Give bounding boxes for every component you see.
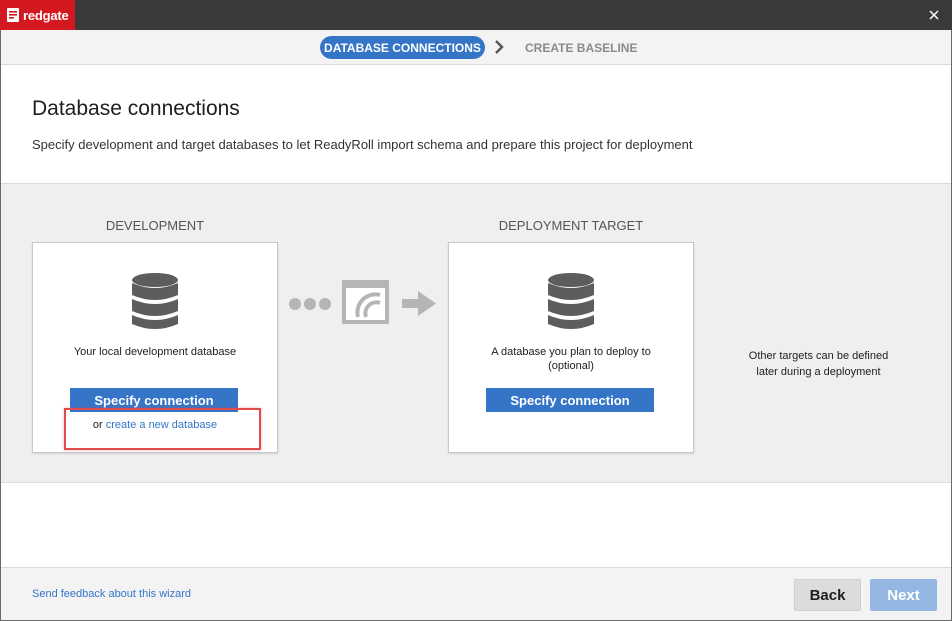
deployment-description-line1: A database you plan to deploy to — [491, 346, 651, 358]
page-header: Database connections Specify development… — [1, 65, 951, 183]
database-icon — [548, 273, 594, 329]
close-button[interactable] — [924, 5, 944, 25]
title-bar: redgate — [0, 0, 952, 30]
page-title: Database connections — [32, 97, 240, 120]
deployment-description-line2: (optional) — [548, 360, 594, 372]
back-button[interactable]: Back — [794, 579, 861, 611]
other-targets-line1: Other targets can be defined — [748, 350, 889, 362]
other-targets-note: Other targets can be defined later durin… — [731, 348, 906, 380]
page-subtitle: Specify development and target databases… — [32, 137, 693, 152]
connections-panel: DEVELOPMENT Your local development datab… — [1, 183, 951, 483]
dots-icon — [289, 298, 331, 310]
send-feedback-link[interactable]: Send feedback about this wizard — [32, 588, 191, 600]
other-targets-line2: later during a deployment — [756, 366, 881, 378]
chevron-right-icon — [495, 40, 504, 54]
redgate-logo: redgate — [0, 0, 75, 30]
readyroll-icon — [342, 280, 389, 324]
deployment-description: A database you plan to deploy to (option… — [449, 345, 693, 373]
deployment-heading: DEPLOYMENT TARGET — [498, 218, 644, 233]
step-create-baseline[interactable]: CREATE BASELINE — [525, 36, 637, 59]
development-description: Your local development database — [73, 346, 237, 358]
deployment-card: A database you plan to deploy to (option… — [448, 242, 694, 453]
wizard-steps: DATABASE CONNECTIONS CREATE BASELINE — [1, 30, 951, 65]
database-icon — [132, 273, 178, 329]
annotation-highlight-box — [64, 408, 261, 450]
development-heading: DEVELOPMENT — [105, 218, 205, 233]
wizard-window: DATABASE CONNECTIONS CREATE BASELINE Dat… — [0, 30, 952, 621]
close-icon — [929, 10, 939, 20]
deployment-specify-connection-button[interactable]: Specify connection — [486, 388, 654, 412]
connection-flow — [289, 280, 436, 324]
step-database-connections[interactable]: DATABASE CONNECTIONS — [320, 36, 485, 59]
logo-text: redgate — [23, 7, 69, 23]
arrow-right-icon — [402, 291, 436, 316]
next-button[interactable]: Next — [870, 579, 937, 611]
wizard-footer: Send feedback about this wizard Back Nex… — [1, 567, 951, 620]
redgate-logo-icon — [7, 8, 19, 22]
